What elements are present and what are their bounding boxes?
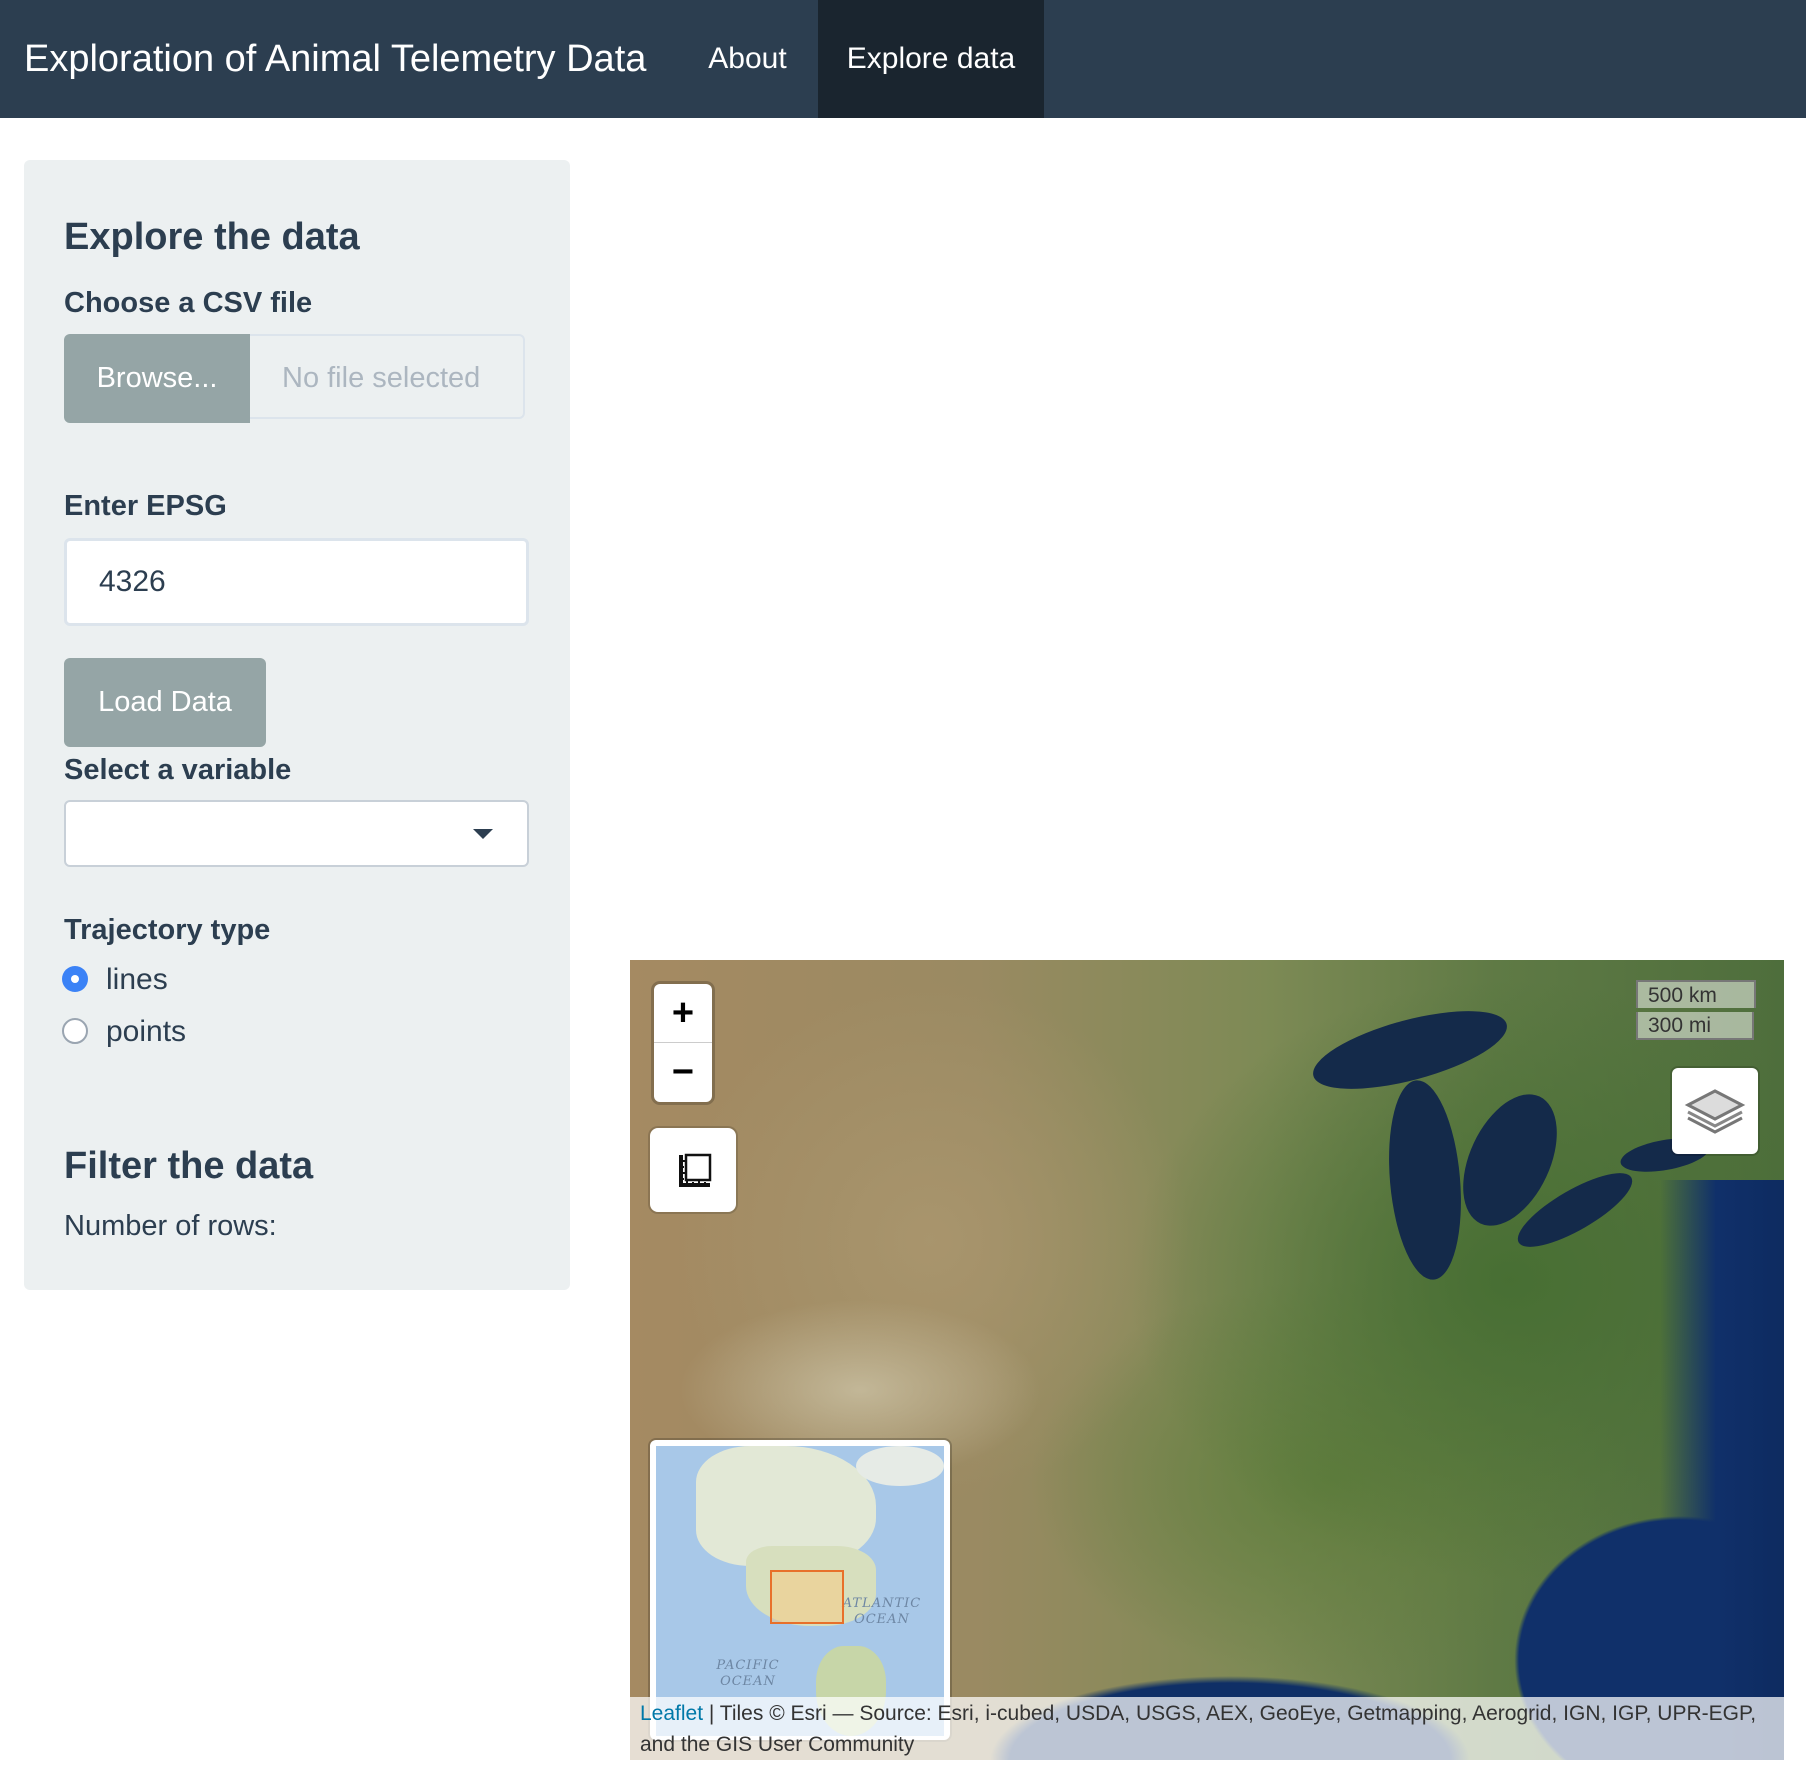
explore-heading: Explore the data [64, 216, 360, 258]
measure-button[interactable] [650, 1128, 736, 1212]
load-data-button[interactable]: Load Data [64, 658, 266, 747]
layers-icon [1684, 1089, 1746, 1134]
attribution-text: | Tiles © Esri — Source: Esri, i-cubed, … [640, 1702, 1757, 1756]
filter-heading: Filter the data [64, 1145, 314, 1187]
radio-label-points[interactable]: points [106, 1012, 186, 1052]
nav-tab-explore-data[interactable]: Explore data [818, 0, 1044, 118]
minimap-pacific-label: PACIFIC OCEAN [716, 1658, 780, 1689]
radio-label-lines[interactable]: lines [106, 960, 168, 1000]
leaflet-map[interactable]: + − 500 km 300 mi ATLANTIC OCEAN PACIFIC… [630, 960, 1784, 1760]
navbar: Exploration of Animal Telemetry Data Abo… [0, 0, 1806, 118]
number-of-rows-label: Number of rows: [64, 1210, 277, 1242]
zoom-out-button[interactable]: − [654, 1043, 712, 1101]
caret-down-icon [473, 829, 493, 839]
epsg-label: Enter EPSG [64, 490, 227, 522]
epsg-input[interactable]: 4326 [64, 538, 529, 626]
map-attribution: Leaflet | Tiles © Esri — Source: Esri, i… [630, 1697, 1784, 1760]
nav-tab-about[interactable]: About [680, 0, 815, 118]
minimap-greenland [856, 1446, 944, 1486]
ruler-icon [679, 1153, 712, 1187]
csv-file-label: Choose a CSV file [64, 287, 313, 319]
map-scale: 500 km 300 mi [1636, 980, 1758, 1044]
zoom-control: + − [654, 984, 712, 1102]
variable-select[interactable] [64, 800, 529, 867]
layers-control[interactable] [1672, 1068, 1758, 1154]
radio-button-checked[interactable] [62, 966, 88, 992]
file-name-display[interactable]: No file selected [250, 334, 525, 419]
csv-file-input: Browse... No file selected [64, 334, 529, 423]
map-lake-michigan [1381, 1077, 1469, 1283]
trajectory-type-label: Trajectory type [64, 914, 271, 946]
minimap-atlantic-label: ATLANTIC OCEAN [842, 1596, 922, 1627]
map-atlantic-ocean [1660, 1180, 1784, 1760]
scale-km: 500 km [1636, 980, 1756, 1008]
minimap-tiles: ATLANTIC OCEAN PACIFIC OCEAN [656, 1446, 944, 1736]
leaflet-link[interactable]: Leaflet [640, 1702, 703, 1725]
minimap-extent-rectangle[interactable] [770, 1570, 844, 1624]
browse-button[interactable]: Browse... [64, 334, 250, 423]
sidebar-panel: Explore the data Choose a CSV file Brows… [24, 160, 570, 1290]
minimap[interactable]: ATLANTIC OCEAN PACIFIC OCEAN [650, 1440, 950, 1740]
scale-mi: 300 mi [1636, 1012, 1754, 1040]
zoom-in-button[interactable]: + [654, 984, 712, 1043]
variable-select-label: Select a variable [64, 754, 292, 786]
app-title[interactable]: Exploration of Animal Telemetry Data [24, 0, 646, 118]
radio-button-unchecked[interactable] [62, 1018, 88, 1044]
